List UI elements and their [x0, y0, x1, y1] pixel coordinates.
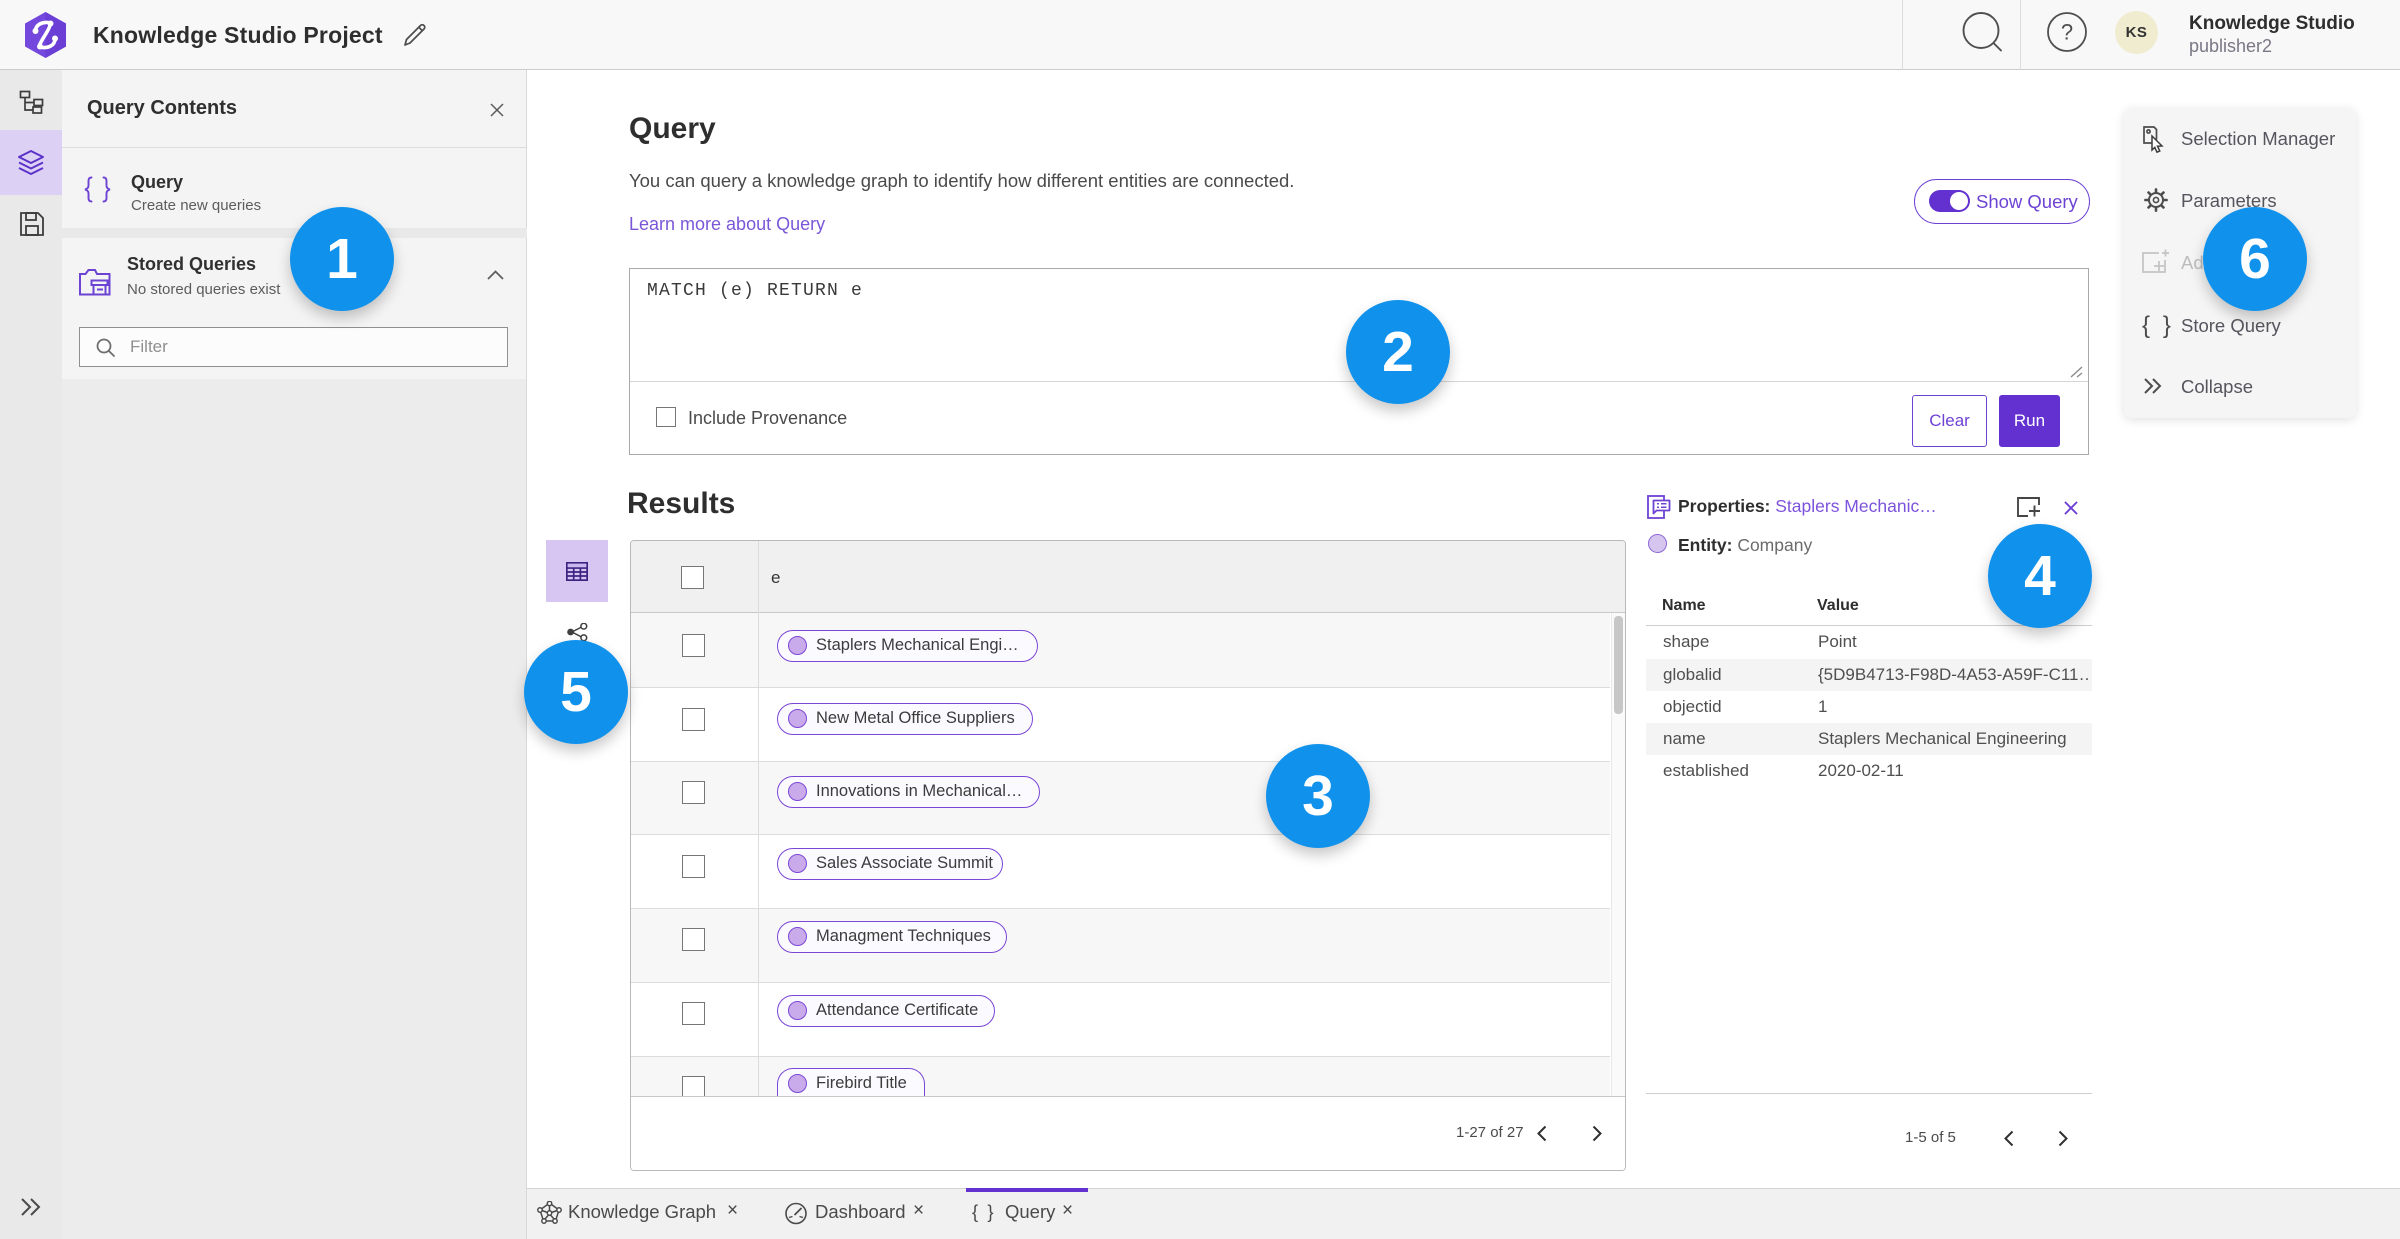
svg-text:?: ? — [2061, 20, 2073, 45]
svg-text:{ }: { } — [2142, 312, 2172, 339]
